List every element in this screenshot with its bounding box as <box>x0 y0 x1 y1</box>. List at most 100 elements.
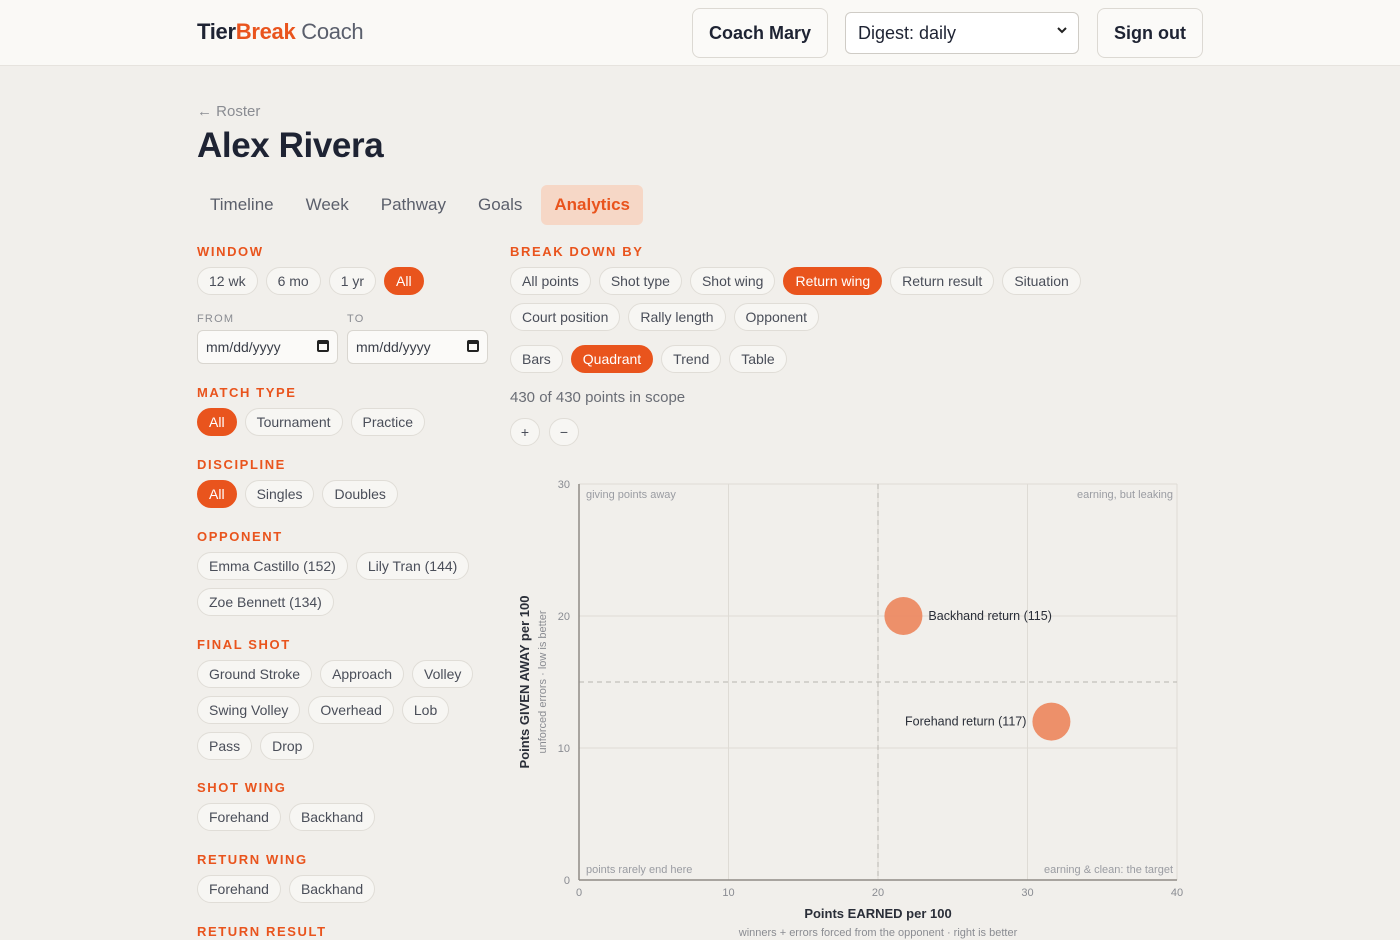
calendar-icon[interactable] <box>317 340 329 352</box>
to-date-placeholder: mm/dd/yyyy <box>356 339 431 355</box>
match-type-practice[interactable]: Practice <box>350 408 426 436</box>
quadrant-label-bottom-left: points rarely end here <box>586 864 692 876</box>
y-tick-label: 10 <box>558 743 570 755</box>
final-shot-volley[interactable]: Volley <box>412 660 474 688</box>
window-options: 12 wk 6 mo 1 yr All <box>197 267 424 295</box>
opponent-zoe-bennett[interactable]: Zoe Bennett (134) <box>197 588 334 616</box>
break-down-options: All points Shot type Shot wing Return wi… <box>510 267 1190 331</box>
bubble-label: Backhand return (115) <box>928 609 1051 623</box>
window-12wk[interactable]: 12 wk <box>197 267 258 295</box>
discipline-singles[interactable]: Singles <box>244 480 315 508</box>
shot-wing-backhand[interactable]: Backhand <box>288 803 376 831</box>
quadrant-chart: 0 10 20 30 40 0 10 20 30 giving points away earnin… <box>517 479 1183 939</box>
shot-wing-label: SHOT WING <box>197 780 287 795</box>
window-1yr[interactable]: 1 yr <box>328 267 377 295</box>
calendar-icon[interactable] <box>467 340 479 352</box>
quadrant-label-bottom-right: earning & clean: the target <box>1044 864 1173 876</box>
break-down-situation[interactable]: Situation <box>1002 267 1081 295</box>
final-shot-pass[interactable]: Pass <box>197 732 253 760</box>
from-date-input[interactable]: mm/dd/yyyy <box>197 330 338 364</box>
match-type-options: All Tournament Practice <box>197 408 426 436</box>
brand-logo[interactable]: TierBreak Coach <box>197 19 364 45</box>
shot-wing-forehand[interactable]: Forehand <box>197 803 281 831</box>
tab-pathway[interactable]: Pathway <box>368 185 459 225</box>
break-down-shot-wing[interactable]: Shot wing <box>689 267 776 295</box>
view-quadrant[interactable]: Quadrant <box>570 345 654 373</box>
break-down-rally-length[interactable]: Rally length <box>628 303 726 331</box>
x-axis-subtitle: winners + errors forced from the opponen… <box>738 927 1018 939</box>
final-shot-swing-volley[interactable]: Swing Volley <box>197 696 301 724</box>
final-shot-drop[interactable]: Drop <box>260 732 315 760</box>
discipline-options: All Singles Doubles <box>197 480 398 508</box>
player-tabs: Timeline Week Pathway Goals Analytics <box>197 185 643 225</box>
final-shot-overhead[interactable]: Overhead <box>308 696 394 724</box>
tab-timeline[interactable]: Timeline <box>197 185 287 225</box>
tab-week[interactable]: Week <box>293 185 362 225</box>
digest-select[interactable]: Digest: daily <box>845 12 1079 54</box>
opponent-options: Emma Castillo (152) Lily Tran (144) Zoe … <box>197 552 487 616</box>
window-6mo[interactable]: 6 mo <box>265 267 321 295</box>
top-bar: TierBreak Coach Coach Mary Digest: daily… <box>0 0 1400 66</box>
brand-part-3: Coach <box>301 19 364 44</box>
final-shot-ground-stroke[interactable]: Ground Stroke <box>197 660 313 688</box>
y-axis-subtitle: unforced errors · low is better <box>537 610 549 753</box>
bubble-point <box>1032 702 1071 741</box>
view-options: Bars Quadrant Trend Table <box>510 345 787 373</box>
window-label: WINDOW <box>197 244 264 259</box>
y-axis-title: Points GIVEN AWAY per 100 <box>517 596 532 769</box>
bubble-label: Forehand return (117) <box>905 715 1026 729</box>
break-down-shot-type[interactable]: Shot type <box>598 267 682 295</box>
tab-analytics[interactable]: Analytics <box>541 185 643 225</box>
back-to-roster-link[interactable]: ← Roster <box>197 103 260 120</box>
break-down-opponent[interactable]: Opponent <box>733 303 820 331</box>
return-wing-backhand[interactable]: Backhand <box>288 875 376 903</box>
quadrant-label-top-right: earning, but leaking <box>1077 489 1173 501</box>
final-shot-lob[interactable]: Lob <box>401 696 450 724</box>
view-table[interactable]: Table <box>729 345 787 373</box>
break-down-court-position[interactable]: Court position <box>510 303 621 331</box>
x-tick-label: 10 <box>722 887 734 899</box>
to-label: TO <box>347 313 365 325</box>
y-tick-label: 20 <box>558 611 570 623</box>
return-wing-forehand[interactable]: Forehand <box>197 875 281 903</box>
window-all[interactable]: All <box>384 267 424 295</box>
quadrant-label-top-left: giving points away <box>586 489 676 501</box>
scope-text: 430 of 430 points in scope <box>510 389 686 406</box>
opponent-emma-castillo[interactable]: Emma Castillo (152) <box>197 552 348 580</box>
discipline-all[interactable]: All <box>197 480 237 508</box>
to-date-input[interactable]: mm/dd/yyyy <box>347 330 488 364</box>
digest-select-value: Digest: daily <box>858 22 957 43</box>
from-date-placeholder: mm/dd/yyyy <box>206 339 281 355</box>
y-tick-label: 30 <box>558 479 570 491</box>
return-wing-label: RETURN WING <box>197 852 308 867</box>
final-shot-label: FINAL SHOT <box>197 637 291 652</box>
final-shot-approach[interactable]: Approach <box>320 660 404 688</box>
return-wing-options: Forehand Backhand <box>197 875 376 903</box>
return-result-label: RETURN RESULT <box>197 924 327 939</box>
x-tick-label: 30 <box>1021 887 1033 899</box>
opponent-lily-tran[interactable]: Lily Tran (144) <box>355 552 470 580</box>
tab-goals[interactable]: Goals <box>465 185 535 225</box>
view-trend[interactable]: Trend <box>661 345 722 373</box>
coach-profile-button[interactable]: Coach Mary <box>692 8 828 58</box>
from-label: FROM <box>197 313 235 325</box>
x-tick-label: 20 <box>872 887 884 899</box>
brand-part-1: Tier <box>197 19 236 44</box>
zoom-in-button[interactable]: + <box>510 418 540 446</box>
brand-part-2: Break <box>235 19 296 44</box>
break-down-return-wing[interactable]: Return wing <box>783 267 883 295</box>
break-down-return-result[interactable]: Return result <box>890 267 995 295</box>
sign-out-button[interactable]: Sign out <box>1097 8 1203 58</box>
x-axis-title: Points EARNED per 100 <box>804 906 951 921</box>
discipline-doubles[interactable]: Doubles <box>322 480 398 508</box>
view-bars[interactable]: Bars <box>510 345 563 373</box>
x-tick-label: 40 <box>1171 887 1183 899</box>
x-tick-label: 0 <box>576 887 582 899</box>
zoom-out-button[interactable]: − <box>549 418 579 446</box>
match-type-tournament[interactable]: Tournament <box>244 408 343 436</box>
opponent-label: OPPONENT <box>197 529 283 544</box>
shot-wing-options: Forehand Backhand <box>197 803 376 831</box>
break-down-all-points[interactable]: All points <box>510 267 591 295</box>
y-tick-label: 0 <box>564 875 570 887</box>
match-type-all[interactable]: All <box>197 408 237 436</box>
